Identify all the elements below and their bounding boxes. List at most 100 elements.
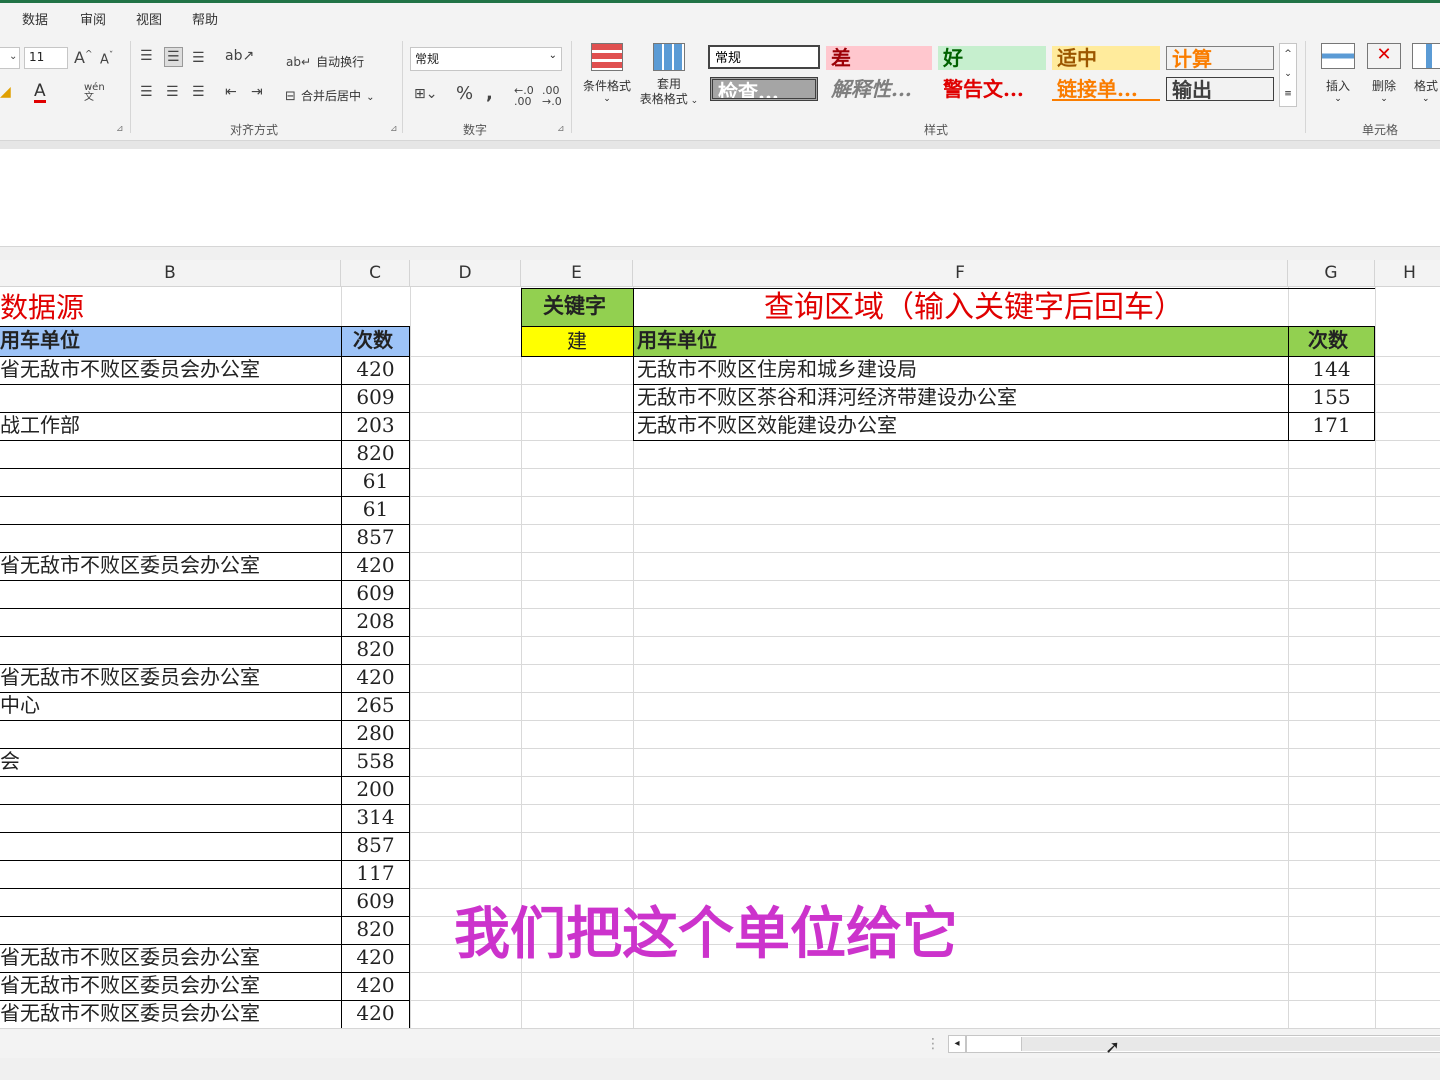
keyword-input-cell[interactable]: 建 <box>521 326 633 356</box>
align-right-icon[interactable]: ☰ <box>192 85 205 99</box>
source-count-cell[interactable]: 203 <box>341 412 410 439</box>
source-count-cell[interactable]: 857 <box>341 832 410 859</box>
source-count-cell[interactable]: 609 <box>341 580 410 607</box>
increase-font-icon[interactable]: A^ <box>74 50 93 66</box>
column-header-b[interactable]: B <box>0 260 341 287</box>
source-count-cell[interactable]: 609 <box>341 384 410 411</box>
decrease-indent-icon[interactable]: ⇤ <box>225 85 237 99</box>
source-count-cell[interactable]: 117 <box>341 860 410 887</box>
query-header-unit-cell[interactable]: 用车单位 <box>633 326 1288 356</box>
font-size-dropdown[interactable]: 11 <box>24 47 68 69</box>
wrap-text-button[interactable]: ab↵ 自动换行 <box>286 51 364 70</box>
style-check-cell[interactable]: 检查... <box>710 77 818 101</box>
source-count-cell[interactable]: 420 <box>341 664 410 691</box>
decrease-font-icon[interactable]: Aˇ <box>100 52 113 67</box>
format-as-table-button[interactable]: 套用 表格格式 ⌄ <box>636 43 702 123</box>
align-middle-icon[interactable]: ☰ <box>164 47 183 67</box>
source-count-cell[interactable]: 61 <box>341 496 410 523</box>
query-title[interactable]: 查询区域（输入关键字后回车） <box>764 290 1184 326</box>
decrease-decimal-icon[interactable]: .00 →.0 <box>542 85 562 107</box>
query-count-cell[interactable]: 171 <box>1288 412 1375 439</box>
source-unit-cell[interactable]: 战工作部 <box>0 412 80 439</box>
style-neutral[interactable]: 适中 <box>1052 46 1160 70</box>
phonetic-icon[interactable]: wén 文 <box>84 83 105 103</box>
source-unit-cell[interactable]: 省无敌市不败区委员会办公室 <box>0 356 260 383</box>
column-header-g[interactable]: G <box>1288 260 1375 287</box>
number-format-dropdown[interactable]: 常规 ⌄ <box>410 47 562 71</box>
styles-gallery-scroll[interactable]: ^ ⌄ ≡ <box>1279 43 1297 107</box>
source-unit-cell[interactable]: 会 <box>0 748 20 775</box>
style-good[interactable]: 好 <box>938 46 1046 70</box>
accounting-format-icon[interactable]: ⊞⌄ <box>414 87 437 101</box>
font-color-icon[interactable]: A <box>34 83 46 103</box>
source-count-cell[interactable]: 314 <box>341 804 410 831</box>
column-header-h[interactable]: H <box>1375 260 1440 287</box>
query-unit-cell[interactable]: 无敌市不败区住房和城乡建设局 <box>637 356 917 383</box>
percent-icon[interactable]: % <box>456 85 473 103</box>
align-left-icon[interactable]: ☰ <box>140 85 153 99</box>
column-header-f[interactable]: F <box>633 260 1288 287</box>
align-top-icon[interactable]: ☰ <box>140 49 153 63</box>
tab-split-handle-icon[interactable]: ⋮ <box>926 1037 940 1051</box>
menu-data[interactable]: 数据 <box>22 9 48 28</box>
scrollbar-thumb[interactable] <box>1021 1037 1440 1051</box>
source-unit-cell[interactable]: 省无敌市不败区委员会办公室 <box>0 1000 260 1027</box>
style-linked-cell[interactable]: 链接单... <box>1052 77 1160 101</box>
source-count-cell[interactable]: 280 <box>341 720 410 747</box>
column-header-d[interactable]: D <box>410 260 521 287</box>
source-count-cell[interactable]: 820 <box>341 636 410 663</box>
query-unit-cell[interactable]: 无敌市不败区茶谷和湃河经济带建设办公室 <box>637 384 1017 411</box>
style-warning[interactable]: 警告文... <box>938 77 1046 101</box>
source-header-unit-cell[interactable]: 用车单位 <box>0 326 341 356</box>
conditional-format-button[interactable]: 条件格式 ⌄ <box>578 43 636 123</box>
source-count-cell[interactable]: 558 <box>341 748 410 775</box>
query-count-cell[interactable]: 155 <box>1288 384 1375 411</box>
source-count-cell[interactable]: 420 <box>341 972 410 999</box>
source-count-cell[interactable]: 820 <box>341 916 410 943</box>
column-header-c[interactable]: C <box>341 260 410 287</box>
source-count-cell[interactable]: 208 <box>341 608 410 635</box>
style-bad[interactable]: 差 <box>826 46 932 70</box>
source-count-cell[interactable]: 609 <box>341 888 410 915</box>
chevron-up-icon[interactable]: ^ <box>1280 44 1296 64</box>
fill-color-icon[interactable]: ◢ <box>0 85 11 99</box>
orientation-icon[interactable]: ab↗ <box>225 49 254 63</box>
font-name-dropdown[interactable]: ⌄ <box>0 47 20 69</box>
source-count-cell[interactable]: 420 <box>341 552 410 579</box>
menu-review[interactable]: 审阅 <box>80 9 106 28</box>
source-unit-cell[interactable]: 省无敌市不败区委员会办公室 <box>0 972 260 999</box>
horizontal-scrollbar[interactable] <box>966 1035 1440 1053</box>
menu-view[interactable]: 视图 <box>136 9 162 28</box>
source-count-cell[interactable]: 420 <box>341 356 410 383</box>
source-count-cell[interactable]: 857 <box>341 524 410 551</box>
align-center-icon[interactable]: ☰ <box>166 85 179 99</box>
source-unit-cell[interactable]: 省无敌市不败区委员会办公室 <box>0 552 260 579</box>
chevron-down-icon[interactable]: ⌄ <box>1280 64 1296 84</box>
source-count-cell[interactable]: 265 <box>341 692 410 719</box>
align-dialog-launcher-icon[interactable]: ⊿ <box>390 125 398 134</box>
scroll-left-button[interactable]: ◂ <box>948 1035 966 1053</box>
font-dialog-launcher-icon[interactable]: ⊿ <box>116 125 124 134</box>
query-count-cell[interactable]: 144 <box>1288 356 1375 383</box>
source-unit-cell[interactable]: 省无敌市不败区委员会办公室 <box>0 664 260 691</box>
keyword-label-cell[interactable]: 关键字 <box>521 288 633 326</box>
comma-style-icon[interactable]: , <box>486 85 493 103</box>
increase-decimal-icon[interactable]: ←.0.00 <box>514 85 534 107</box>
source-count-cell[interactable]: 420 <box>341 944 410 971</box>
source-title[interactable]: 数据源 <box>0 291 84 325</box>
source-count-cell[interactable]: 200 <box>341 776 410 803</box>
source-count-cell[interactable]: 820 <box>341 440 410 467</box>
increase-indent-icon[interactable]: ⇥ <box>251 85 263 99</box>
number-dialog-launcher-icon[interactable]: ⊿ <box>557 125 565 134</box>
more-icon[interactable]: ≡ <box>1280 84 1296 104</box>
source-unit-cell[interactable]: 省无敌市不败区委员会办公室 <box>0 944 260 971</box>
source-count-cell[interactable]: 61 <box>341 468 410 495</box>
source-count-cell[interactable]: 420 <box>341 1000 410 1027</box>
query-unit-cell[interactable]: 无敌市不败区效能建设办公室 <box>637 412 897 439</box>
query-header-count-cell[interactable]: 次数 <box>1288 326 1375 356</box>
merge-center-button[interactable]: ⊟ 合并后居中 ⌄ <box>285 85 375 104</box>
align-bottom-icon[interactable]: ☰ <box>192 51 205 65</box>
delete-button[interactable]: ✕ 删除 ⌄ <box>1362 43 1406 104</box>
source-unit-cell[interactable]: 中心 <box>0 692 40 719</box>
style-output[interactable]: 输出 <box>1166 77 1274 101</box>
